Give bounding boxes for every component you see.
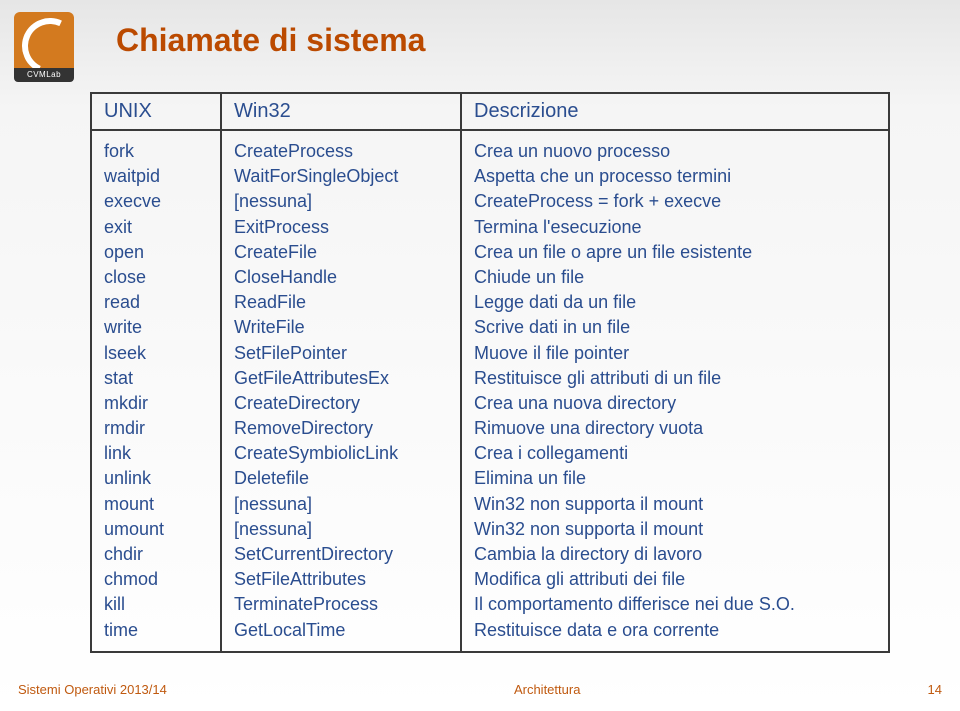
- table-cell: GetLocalTime: [234, 618, 448, 643]
- table-cell: link: [104, 441, 208, 466]
- table-cell: unlink: [104, 466, 208, 491]
- slide-footer: Sistemi Operativi 2013/14 Architettura 1…: [18, 682, 942, 697]
- table-cell: GetFileAttributesEx: [234, 366, 448, 391]
- table-cell: mkdir: [104, 391, 208, 416]
- table-cell: Rimuove una directory vuota: [474, 416, 876, 441]
- header-win32: Win32: [222, 94, 462, 129]
- table-cell: close: [104, 265, 208, 290]
- table-cell: Cambia la directory di lavoro: [474, 542, 876, 567]
- table-cell: TerminateProcess: [234, 592, 448, 617]
- lab-logo: CVMLab: [14, 12, 78, 82]
- syscall-table: UNIX Win32 Descrizione forkwaitpidexecve…: [90, 92, 890, 653]
- table-cell: Legge dati da un file: [474, 290, 876, 315]
- footer-page-number: 14: [928, 682, 942, 697]
- col-unix: forkwaitpidexecveexitopenclosereadwritel…: [92, 131, 222, 651]
- table-cell: [nessuna]: [234, 492, 448, 517]
- table-cell: Crea un file o apre un file esistente: [474, 240, 876, 265]
- table-cell: chmod: [104, 567, 208, 592]
- table-cell: CreateProcess = fork + execve: [474, 189, 876, 214]
- table-cell: Aspetta che un processo termini: [474, 164, 876, 189]
- table-cell: CreateSymbiolicLink: [234, 441, 448, 466]
- table-cell: Win32 non supporta il mount: [474, 517, 876, 542]
- table-cell: Termina l'esecuzione: [474, 215, 876, 240]
- table-cell: write: [104, 315, 208, 340]
- table-cell: chdir: [104, 542, 208, 567]
- footer-left: Sistemi Operativi 2013/14: [18, 682, 167, 697]
- slide-title: Chiamate di sistema: [116, 22, 425, 59]
- table-cell: Elimina un file: [474, 466, 876, 491]
- logo-text: CVMLab: [14, 68, 74, 82]
- table-cell: execve: [104, 189, 208, 214]
- table-cell: exit: [104, 215, 208, 240]
- table-cell: RemoveDirectory: [234, 416, 448, 441]
- footer-mid: Architettura: [514, 682, 580, 697]
- table-cell: kill: [104, 592, 208, 617]
- table-cell: [nessuna]: [234, 517, 448, 542]
- table-header-row: UNIX Win32 Descrizione: [92, 94, 888, 131]
- table-cell: Crea una nuova directory: [474, 391, 876, 416]
- table-cell: Deletefile: [234, 466, 448, 491]
- table-cell: WaitForSingleObject: [234, 164, 448, 189]
- table-cell: CreateFile: [234, 240, 448, 265]
- table-cell: Restituisce data e ora corrente: [474, 618, 876, 643]
- table-body-row: forkwaitpidexecveexitopenclosereadwritel…: [92, 131, 888, 651]
- col-win32: CreateProcessWaitForSingleObject[nessuna…: [222, 131, 462, 651]
- table-cell: SetFileAttributes: [234, 567, 448, 592]
- table-cell: lseek: [104, 341, 208, 366]
- logo-mark: [14, 12, 74, 68]
- table-cell: umount: [104, 517, 208, 542]
- table-cell: Il comportamento differisce nei due S.O.: [474, 592, 876, 617]
- table-cell: Win32 non supporta il mount: [474, 492, 876, 517]
- table-cell: Modifica gli attributi dei file: [474, 567, 876, 592]
- table-cell: Scrive dati in un file: [474, 315, 876, 340]
- table-cell: CreateProcess: [234, 139, 448, 164]
- table-cell: ReadFile: [234, 290, 448, 315]
- table-cell: CloseHandle: [234, 265, 448, 290]
- table-cell: SetFilePointer: [234, 341, 448, 366]
- table-cell: Crea un nuovo processo: [474, 139, 876, 164]
- table-cell: [nessuna]: [234, 189, 448, 214]
- table-cell: read: [104, 290, 208, 315]
- table-cell: open: [104, 240, 208, 265]
- header-unix: UNIX: [92, 94, 222, 129]
- table-cell: time: [104, 618, 208, 643]
- table-cell: SetCurrentDirectory: [234, 542, 448, 567]
- table-cell: Chiude un file: [474, 265, 876, 290]
- table-cell: CreateDirectory: [234, 391, 448, 416]
- header-desc: Descrizione: [462, 94, 888, 129]
- table-cell: rmdir: [104, 416, 208, 441]
- table-cell: WriteFile: [234, 315, 448, 340]
- table-cell: ExitProcess: [234, 215, 448, 240]
- table-cell: Crea i collegamenti: [474, 441, 876, 466]
- table-cell: fork: [104, 139, 208, 164]
- table-cell: Muove il file pointer: [474, 341, 876, 366]
- table-cell: Restituisce gli attributi di un file: [474, 366, 876, 391]
- col-desc: Crea un nuovo processoAspetta che un pro…: [462, 131, 888, 651]
- table-cell: waitpid: [104, 164, 208, 189]
- table-cell: mount: [104, 492, 208, 517]
- table-cell: stat: [104, 366, 208, 391]
